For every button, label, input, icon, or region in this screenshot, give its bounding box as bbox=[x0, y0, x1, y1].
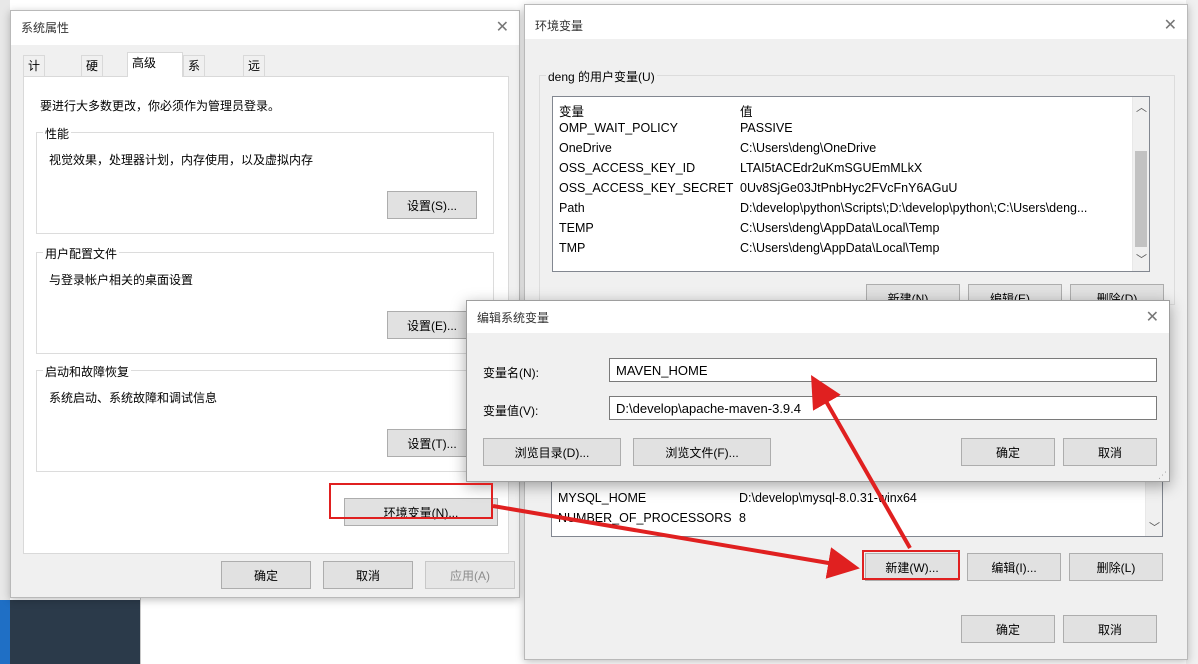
arrow-to-new-button bbox=[492, 504, 860, 579]
arrow-to-name-field bbox=[811, 375, 912, 549]
tab-advanced[interactable]: 高级 bbox=[127, 52, 183, 77]
annotation-arrows bbox=[492, 375, 912, 579]
